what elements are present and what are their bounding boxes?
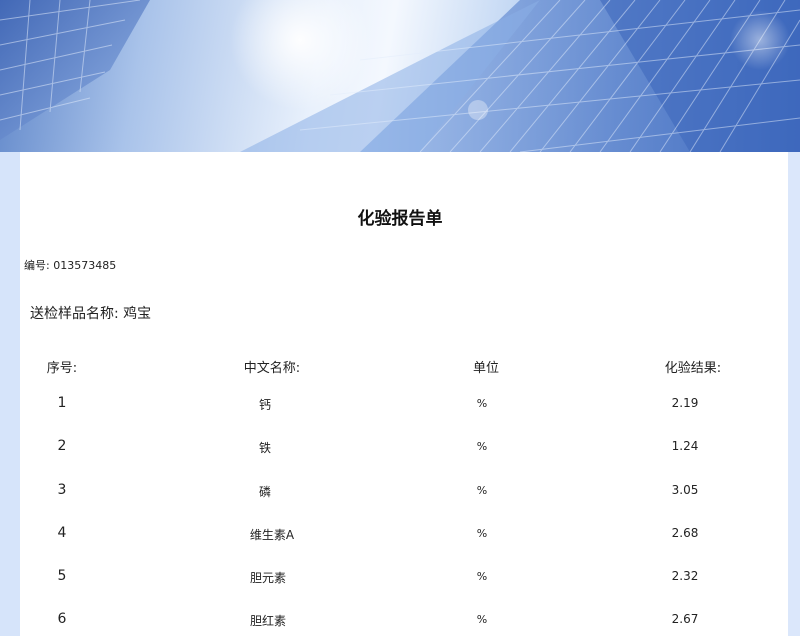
- sample-name-line: 送检样品名称: 鸡宝: [30, 303, 151, 323]
- header-result: 化验结果:: [664, 361, 722, 376]
- row-index: 3: [57, 482, 67, 498]
- serial-label: 编号:: [24, 259, 50, 272]
- row-unit: %: [476, 440, 488, 453]
- row-result: 3.05: [671, 483, 699, 497]
- row-unit: %: [476, 397, 488, 410]
- row-result: 2.68: [671, 526, 699, 540]
- row-unit: %: [476, 484, 488, 497]
- row-result: 2.67: [671, 612, 699, 626]
- row-index: 1: [57, 395, 67, 411]
- sample-name: 鸡宝: [123, 306, 152, 322]
- sample-label: 送检样品名称:: [30, 306, 119, 322]
- row-index: 2: [57, 438, 67, 454]
- serial-number: 013573485: [53, 259, 117, 272]
- header-unit: 单位: [472, 361, 500, 376]
- row-unit: %: [476, 613, 488, 626]
- page-edge: [788, 152, 800, 636]
- report-card: 化验报告单 编号: 013573485 送检样品名称: 鸡宝 序号: 中文名称:…: [20, 152, 788, 636]
- skyscraper-illustration: [0, 0, 800, 152]
- row-index: 5: [57, 568, 67, 584]
- row-name: 维生素A: [249, 528, 295, 542]
- row-unit: %: [476, 527, 488, 540]
- row-result: 2.19: [671, 396, 699, 410]
- row-name: 胆红素: [249, 614, 287, 628]
- row-name: 磷: [258, 485, 272, 499]
- row-index: 4: [57, 525, 67, 541]
- row-name: 铁: [258, 441, 272, 455]
- row-name: 胆元素: [249, 571, 287, 585]
- row-index: 6: [57, 611, 67, 627]
- row-name: 钙: [258, 398, 272, 412]
- header-banner: [0, 0, 800, 152]
- report-title: 化验报告单: [357, 209, 443, 229]
- serial-number-line: 编号: 013573485: [24, 257, 116, 273]
- header-index: 序号:: [46, 361, 78, 376]
- row-result: 2.32: [671, 569, 699, 583]
- row-result: 1.24: [671, 439, 699, 453]
- row-unit: %: [476, 570, 488, 583]
- header-name: 中文名称:: [243, 361, 301, 376]
